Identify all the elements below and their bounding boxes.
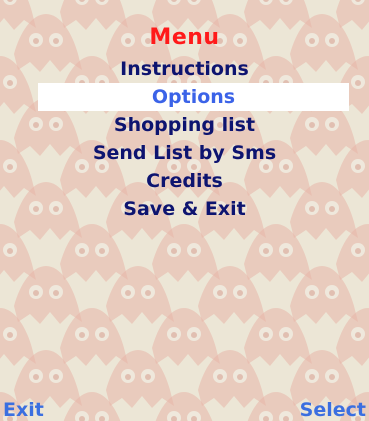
menu-item-credits[interactable]: Credits	[0, 167, 369, 195]
menu-item-instructions[interactable]: Instructions	[0, 55, 369, 83]
menu-item-shopping-list[interactable]: Shopping list	[0, 111, 369, 139]
select-softkey[interactable]: Select	[300, 398, 366, 421]
menu-title: Menu	[149, 25, 220, 50]
menu-list: Instructions Options Shopping list Send …	[0, 55, 369, 223]
exit-softkey[interactable]: Exit	[3, 398, 44, 421]
menu-item-options[interactable]: Options	[38, 83, 349, 111]
menu-item-save-and-exit[interactable]: Save & Exit	[0, 195, 369, 223]
menu-item-send-list-by-sms[interactable]: Send List by Sms	[0, 139, 369, 167]
